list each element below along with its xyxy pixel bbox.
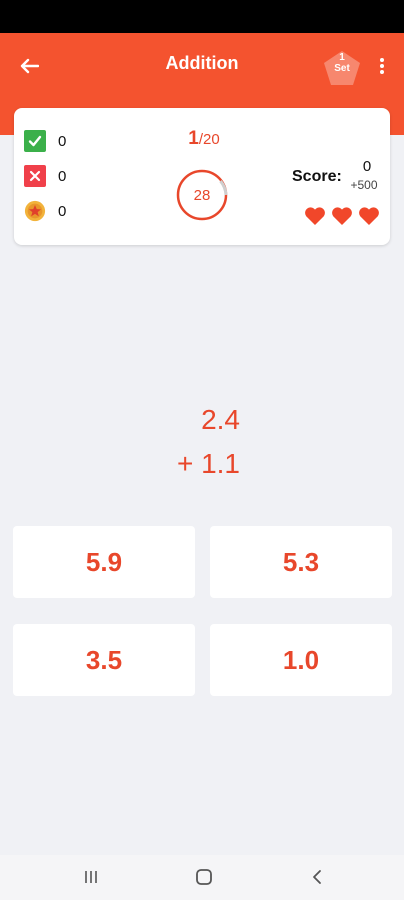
- recent-apps-icon: [85, 871, 97, 883]
- more-options-button[interactable]: [374, 55, 390, 77]
- score-label: Score:: [292, 168, 342, 185]
- heart-icon: [359, 207, 379, 225]
- stats-card: 0 0 0 1/20 28 Score: 0 +500: [14, 108, 390, 245]
- set-label: Set: [334, 63, 350, 74]
- second-operand: + 1.1: [176, 448, 240, 479]
- recent-apps-button[interactable]: [76, 864, 106, 890]
- lives: [304, 206, 380, 228]
- question-total: /20: [198, 131, 220, 148]
- more-vertical-icon: [380, 58, 384, 62]
- answer-option-4[interactable]: 1.0: [210, 624, 392, 696]
- math-problem: 2.4 + 1.1: [160, 402, 240, 490]
- x-icon: [24, 165, 46, 187]
- home-button[interactable]: [189, 864, 219, 890]
- coin-count: 0: [58, 202, 67, 220]
- chevron-left-icon: [313, 870, 321, 884]
- question-progress: 1/20: [164, 128, 244, 150]
- countdown-timer: 28: [175, 168, 229, 222]
- heart-icon: [305, 207, 325, 225]
- answer-option-1[interactable]: 5.9: [13, 526, 195, 598]
- coin-star-icon: [24, 200, 46, 222]
- system-back-button[interactable]: [302, 864, 332, 890]
- answer-option-3[interactable]: 3.5: [13, 624, 195, 696]
- score-bonus: +500: [350, 178, 378, 192]
- wrong-count-row: 0: [24, 165, 66, 187]
- check-icon: [24, 130, 46, 152]
- home-icon: [196, 869, 212, 885]
- answer-option-2[interactable]: 5.3: [210, 526, 392, 598]
- set-number: 1: [339, 52, 345, 63]
- system-nav-bar: [0, 855, 404, 900]
- wrong-count: 0: [58, 167, 67, 185]
- correct-count: 0: [58, 132, 67, 150]
- correct-count-row: 0: [24, 130, 66, 152]
- status-bar: [0, 0, 404, 33]
- set-badge[interactable]: 1 Set: [322, 49, 362, 87]
- heart-icon: [332, 207, 352, 225]
- question-current: 1: [188, 128, 199, 149]
- score-value: 0: [362, 158, 372, 175]
- first-operand: 2.4: [201, 404, 240, 435]
- coin-count-row: 0: [24, 200, 66, 222]
- timer-value: 28: [193, 186, 211, 204]
